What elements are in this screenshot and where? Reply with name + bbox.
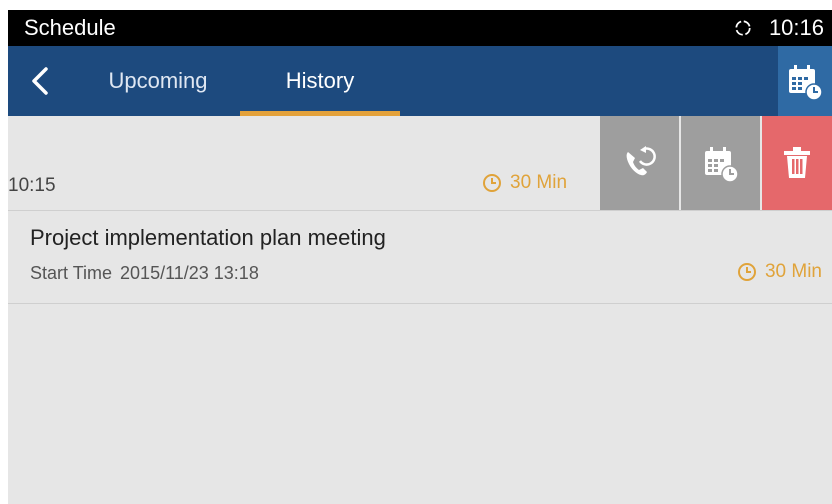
delete-trash-icon	[784, 147, 810, 178]
start-time-label: Start Time	[30, 263, 113, 283]
tab-history[interactable]: History	[240, 46, 400, 116]
meeting-title: Project implementation plan meeting	[30, 225, 386, 250]
sync-icon	[735, 20, 751, 36]
schedule-calendar-icon	[704, 147, 739, 183]
row-duration: 30 Min	[482, 172, 567, 194]
delete-button[interactable]	[762, 116, 832, 210]
calendar-clock-icon	[789, 65, 823, 101]
start-time: Start Time 2015/11/23 13:18	[30, 263, 259, 284]
swiped-schedule-row[interactable]: 10:15 30 Min	[8, 116, 832, 211]
header-bar: Upcoming History	[8, 46, 832, 116]
status-bar: Schedule 10:16	[8, 10, 832, 46]
redial-call-icon	[626, 146, 656, 176]
clock-icon	[483, 174, 501, 192]
meeting-duration: 30 Min	[737, 261, 822, 283]
row-time: 10:15	[8, 175, 56, 196]
schedule-meeting-button[interactable]	[681, 116, 760, 210]
app-title: Schedule	[24, 15, 116, 40]
schedule-screen: Schedule 10:16 Upcoming History 10:15 30…	[8, 10, 832, 504]
schedule-calendar-button[interactable]	[778, 46, 832, 116]
meeting-duration-text: 30 Min	[764, 261, 822, 282]
back-arrow-icon[interactable]	[26, 66, 54, 96]
clock-icon	[737, 263, 756, 281]
tab-upcoming[interactable]: Upcoming	[88, 46, 228, 116]
row-duration-text: 30 Min	[510, 172, 568, 193]
start-time-value: 2015/11/23 13:18	[120, 263, 259, 283]
list-item[interactable]: Project implementation plan meeting Star…	[8, 211, 832, 304]
status-time: 10:16	[768, 15, 824, 40]
redial-call-button[interactable]	[600, 116, 679, 210]
